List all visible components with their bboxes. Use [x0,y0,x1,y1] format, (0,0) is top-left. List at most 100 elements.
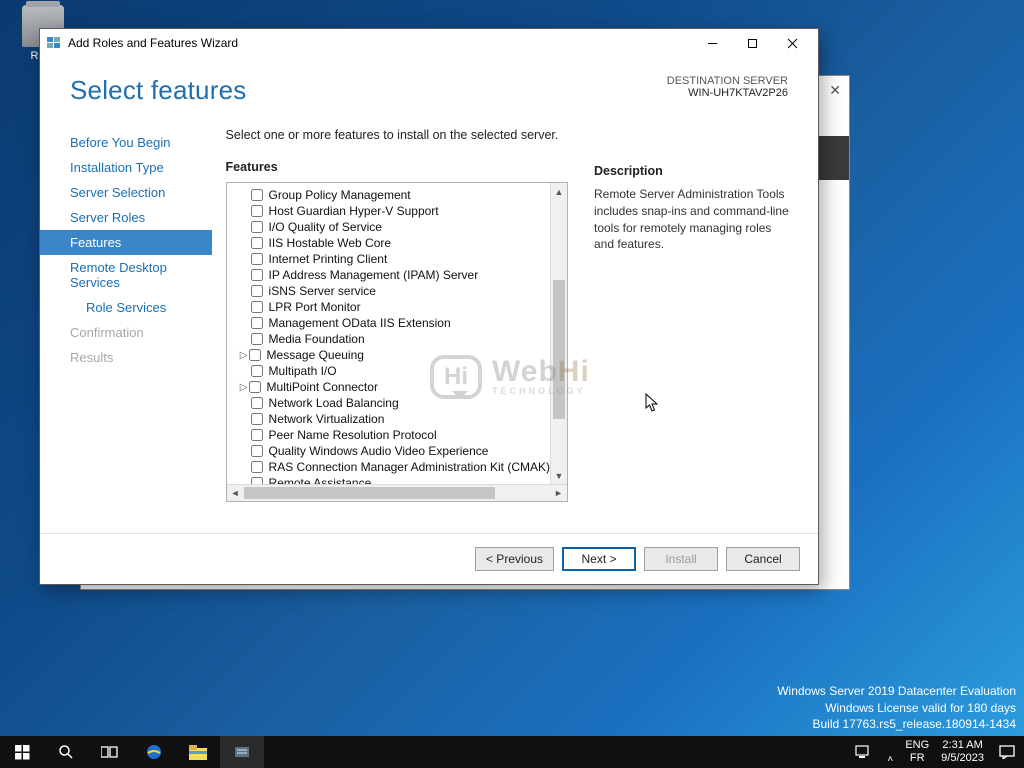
previous-button[interactable]: < Previous [475,547,554,571]
taskbar-explorer[interactable] [176,736,220,768]
nav-confirmation: Confirmation [40,320,212,345]
feature-checkbox[interactable] [251,285,263,297]
feature-checkbox[interactable] [251,237,263,249]
cancel-button[interactable]: Cancel [726,547,800,571]
feature-checkbox[interactable] [249,381,261,393]
task-view-button[interactable] [88,736,132,768]
feature-item[interactable]: Management OData IIS Extension [231,315,550,331]
nav-results: Results [40,345,212,370]
feature-checkbox[interactable] [251,461,263,473]
feature-item[interactable]: Host Guardian Hyper-V Support [231,203,550,219]
taskbar[interactable]: ˄ ENG FR 2:31 AM 9/5/2023 [0,736,1024,768]
feature-checkbox[interactable] [251,397,263,409]
titlebar[interactable]: Add Roles and Features Wizard [40,29,818,57]
feature-checkbox[interactable] [251,429,263,441]
feature-label: Message Queuing [267,348,364,362]
feature-label: Remote Assistance [269,476,372,484]
minimize-button[interactable] [692,29,732,57]
feature-label: Peer Name Resolution Protocol [269,428,437,442]
maximize-button[interactable] [732,29,772,57]
next-button[interactable]: Next > [562,547,636,571]
horizontal-scrollbar[interactable]: ◄ ► [227,484,567,501]
feature-checkbox[interactable] [251,333,263,345]
feature-item[interactable]: Network Virtualization [231,411,550,427]
scroll-left-icon[interactable]: ◄ [227,485,244,501]
feature-checkbox[interactable] [251,365,263,377]
taskbar-server-manager[interactable] [220,736,264,768]
tray-clock[interactable]: 2:31 AM 9/5/2023 [941,739,984,764]
feature-item[interactable]: I/O Quality of Service [231,219,550,235]
feature-item[interactable]: RAS Connection Manager Administration Ki… [231,459,550,475]
destination-server: DESTINATION SERVER WIN-UH7KTAV2P26 [667,75,788,99]
nav-remote-desktop-services[interactable]: Remote Desktop Services [40,255,212,295]
tray-network-icon[interactable] [849,745,877,759]
feature-item[interactable]: ▷ Message Queuing [231,347,550,363]
start-button[interactable] [0,736,44,768]
feature-label: Media Foundation [269,332,365,346]
feature-item[interactable]: Media Foundation [231,331,550,347]
feature-checkbox[interactable] [251,221,263,233]
nav-server-selection[interactable]: Server Selection [40,180,212,205]
feature-label: Group Policy Management [269,188,411,202]
nav-installation-type[interactable]: Installation Type [40,155,212,180]
window-title: Add Roles and Features Wizard [68,36,238,50]
expand-icon[interactable]: ▷ [239,382,249,393]
feature-item[interactable]: Multipath I/O [231,363,550,379]
feature-label: IP Address Management (IPAM) Server [269,268,479,282]
feature-item[interactable]: Peer Name Resolution Protocol [231,427,550,443]
wizard-nav: Before You Begin Installation Type Serve… [40,116,212,533]
scroll-down-icon[interactable]: ▼ [551,467,567,484]
features-listbox[interactable]: Group Policy ManagementHost Guardian Hyp… [226,182,568,502]
hscroll-thumb[interactable] [244,487,495,499]
feature-checkbox[interactable] [251,413,263,425]
feature-label: Network Virtualization [269,412,385,426]
close-icon[interactable]: ✕ [829,82,841,99]
wizard-footer: < Previous Next > Install Cancel [40,533,818,584]
scroll-up-icon[interactable]: ▲ [551,183,567,200]
tray-notifications-icon[interactable] [990,745,1024,759]
feature-item[interactable]: Quality Windows Audio Video Experience [231,443,550,459]
feature-label: Management OData IIS Extension [269,316,451,330]
feature-label: Quality Windows Audio Video Experience [269,444,489,458]
feature-checkbox[interactable] [251,477,263,484]
nav-before-you-begin[interactable]: Before You Begin [40,130,212,155]
feature-label: IIS Hostable Web Core [269,236,392,250]
feature-item[interactable]: IP Address Management (IPAM) Server [231,267,550,283]
page-title: Select features [70,75,246,106]
nav-server-roles[interactable]: Server Roles [40,205,212,230]
search-button[interactable] [44,736,88,768]
feature-item[interactable]: iSNS Server service [231,283,550,299]
install-button: Install [644,547,718,571]
close-button[interactable] [772,29,812,57]
feature-item[interactable]: Internet Printing Client [231,251,550,267]
nav-role-services[interactable]: Role Services [40,295,212,320]
wizard-header: Select features DESTINATION SERVER WIN-U… [40,57,818,116]
feature-checkbox[interactable] [251,445,263,457]
expand-icon[interactable]: ▷ [239,350,249,361]
features-heading: Features [226,160,568,174]
scroll-thumb[interactable] [553,280,565,419]
feature-item[interactable]: LPR Port Monitor [231,299,550,315]
feature-checkbox[interactable] [251,205,263,217]
feature-checkbox[interactable] [251,189,263,201]
feature-checkbox[interactable] [251,253,263,265]
description-heading: Description [594,164,794,178]
feature-checkbox[interactable] [251,301,263,313]
feature-item[interactable]: IIS Hostable Web Core [231,235,550,251]
feature-label: Internet Printing Client [269,252,388,266]
feature-checkbox[interactable] [251,269,263,281]
scroll-right-icon[interactable]: ► [550,485,567,501]
system-tray[interactable]: ˄ ENG FR 2:31 AM 9/5/2023 [849,736,1024,768]
feature-checkbox[interactable] [251,317,263,329]
feature-checkbox[interactable] [249,349,261,361]
feature-item[interactable]: Network Load Balancing [231,395,550,411]
intro-text: Select one or more features to install o… [226,128,568,142]
tray-language[interactable]: ENG FR [905,739,929,764]
vertical-scrollbar[interactable]: ▲ ▼ [550,183,567,484]
nav-features[interactable]: Features [40,230,212,255]
taskbar-ie[interactable] [132,736,176,768]
feature-item[interactable]: ▷MultiPoint Connector [231,379,550,395]
feature-label: Network Load Balancing [269,396,399,410]
feature-item[interactable]: Remote Assistance [231,475,550,484]
feature-item[interactable]: Group Policy Management [231,187,550,203]
